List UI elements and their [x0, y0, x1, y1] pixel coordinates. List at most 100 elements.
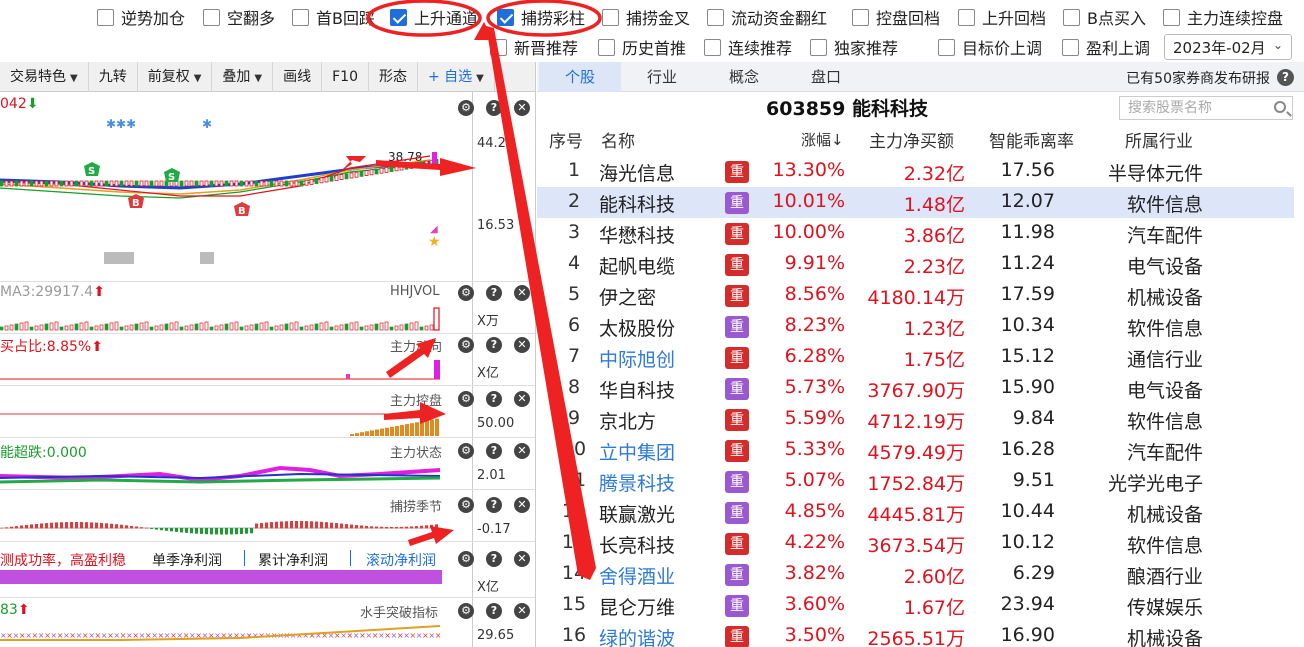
close-icon[interactable]: ✕	[514, 391, 530, 407]
key-badge[interactable]: 重	[725, 223, 749, 245]
stock-name[interactable]: 京北方	[599, 407, 656, 434]
key-badge[interactable]: 重	[725, 595, 749, 617]
checkbox[interactable]	[938, 38, 955, 56]
key-badge[interactable]: 重	[725, 564, 749, 586]
table-row[interactable]: 7 中际旭创 重 6.28% 1.75亿 15.12 通信行业	[537, 342, 1294, 373]
stock-name[interactable]: 腾景科技	[599, 469, 675, 496]
stock-name[interactable]: 太极股份	[599, 314, 675, 341]
filter-bulaojincha[interactable]: 捕捞金叉	[602, 4, 690, 30]
key-badge[interactable]: 重	[725, 471, 749, 493]
gear-icon[interactable]: ⚙	[458, 337, 474, 353]
key-badge[interactable]: 重	[725, 161, 749, 183]
close-icon[interactable]: ✕	[514, 337, 530, 353]
checkbox[interactable]	[490, 38, 507, 56]
toolbar-jiaoyitese[interactable]: 交易特色 ▼	[0, 62, 89, 92]
tab-quarter-profit[interactable]: 单季净利润	[152, 550, 222, 570]
event-tag[interactable]	[104, 252, 134, 264]
tab-cumulative-profit[interactable]: 累计净利润	[258, 550, 328, 570]
key-badge[interactable]: 重	[725, 192, 749, 214]
table-row[interactable]: 2 能科科技 重 10.01% 1.48亿 12.07 软件信息	[537, 187, 1294, 218]
toolbar-jiuzhuan[interactable]: 九转	[89, 62, 138, 92]
filter-yinglishangtiao[interactable]: 盈利上调	[1062, 34, 1150, 60]
stock-name[interactable]: 长亮科技	[599, 531, 675, 558]
checkbox[interactable]	[958, 8, 975, 26]
event-tag[interactable]	[200, 252, 214, 264]
month-select[interactable]: 2023年-02月 ⌄	[1164, 34, 1292, 60]
checkbox[interactable]	[203, 8, 220, 26]
stock-search-input[interactable]: 搜索股票名称	[1119, 96, 1293, 120]
table-row[interactable]: 16 绿的谐波 重 3.50% 2565.51万 16.90 机械设备	[537, 621, 1294, 647]
toolbar-zixuan[interactable]: + 自选 ▼	[418, 62, 495, 92]
gear-icon[interactable]: ⚙	[458, 391, 474, 407]
close-icon[interactable]: ✕	[514, 285, 530, 301]
key-badge[interactable]: 重	[725, 285, 749, 307]
key-badge[interactable]: 重	[725, 347, 749, 369]
key-badge[interactable]: 重	[725, 533, 749, 555]
col-net-buy[interactable]: 主力净买额	[869, 127, 954, 152]
help-icon[interactable]: ?	[486, 391, 502, 407]
help-icon[interactable]: ?	[486, 337, 502, 353]
stock-name[interactable]: 华自科技	[599, 376, 675, 403]
toolbar-f10[interactable]: F10	[322, 62, 369, 92]
filter-zhulilianxu[interactable]: 主力连续控盘	[1163, 4, 1283, 30]
close-icon[interactable]: ✕	[514, 443, 530, 459]
tab-handicap[interactable]: 盘口	[785, 62, 867, 92]
tab-industry[interactable]: 行业	[621, 62, 703, 92]
filter-shangshengtongdao[interactable]: 上升通道	[390, 4, 478, 30]
help-icon[interactable]: ?	[1277, 69, 1294, 86]
filter-kongfanduo[interactable]: 空翻多	[203, 4, 275, 30]
filter-shoubhuicai[interactable]: 首B回踩	[292, 4, 375, 30]
checkbox[interactable]	[602, 8, 619, 26]
tab-stock[interactable]: 个股	[539, 62, 621, 92]
stock-name[interactable]: 中际旭创	[599, 345, 675, 372]
checkbox-checked[interactable]	[497, 8, 514, 26]
checkbox[interactable]	[97, 8, 114, 26]
gear-icon[interactable]: ⚙	[458, 285, 474, 301]
checkbox[interactable]	[292, 8, 309, 26]
help-icon[interactable]: ?	[486, 100, 502, 116]
table-row[interactable]: 11 腾景科技 重 5.07% 1752.84万 9.51 光学光电子	[537, 466, 1294, 497]
gear-icon[interactable]: ⚙	[458, 551, 474, 567]
stock-name[interactable]: 联赢激光	[599, 500, 675, 527]
checkbox[interactable]	[852, 8, 869, 26]
stock-name[interactable]: 能科科技	[599, 190, 675, 217]
table-row[interactable]: 3 华懋科技 重 10.00% 3.86亿 11.98 汽车配件	[537, 218, 1294, 249]
stock-name[interactable]: 舍得酒业	[599, 562, 675, 589]
close-icon[interactable]: ✕	[514, 497, 530, 513]
table-row[interactable]: 10 立中集团 重 5.33% 4579.49万 16.28 汽车配件	[537, 435, 1294, 466]
checkbox[interactable]	[810, 38, 827, 56]
toolbar-xingtai[interactable]: 形态	[369, 62, 418, 92]
col-bias[interactable]: 智能乖离率	[989, 127, 1074, 152]
filter-lishishoutui[interactable]: 历史首推	[598, 34, 686, 60]
col-change-sort[interactable]: 涨幅↓	[801, 129, 844, 150]
stock-name[interactable]: 立中集团	[599, 438, 675, 465]
table-row[interactable]: 1 海光信息 重 13.30% 2.32亿 17.56 半导体元件	[537, 156, 1294, 187]
checkbox[interactable]	[1062, 38, 1079, 56]
filter-dujiatuijian[interactable]: 独家推荐	[810, 34, 898, 60]
key-badge[interactable]: 重	[725, 626, 749, 647]
filter-xinjintuijian[interactable]: 新晋推荐	[490, 34, 578, 60]
close-icon[interactable]: ✕	[514, 551, 530, 567]
table-row[interactable]: 4 起帆电缆 重 9.91% 2.23亿 11.24 电气设备	[537, 249, 1294, 280]
table-row[interactable]: 14 舍得酒业 重 3.82% 2.60亿 6.29 酿酒行业	[537, 559, 1294, 590]
toolbar-qianfuquan[interactable]: 前复权 ▼	[138, 62, 213, 92]
stock-name[interactable]: 绿的谐波	[599, 624, 675, 647]
filter-liudongzijin[interactable]: 流动资金翻红	[707, 4, 827, 30]
key-badge[interactable]: 重	[725, 409, 749, 431]
help-icon[interactable]: ?	[486, 497, 502, 513]
close-icon[interactable]: ✕	[514, 603, 530, 619]
checkbox[interactable]	[1063, 8, 1080, 26]
stock-name[interactable]: 海光信息	[599, 159, 675, 186]
gear-icon[interactable]: ⚙	[458, 603, 474, 619]
checkbox[interactable]	[707, 8, 724, 26]
filter-bulaocaizhu[interactable]: 捕捞彩柱	[497, 4, 585, 30]
gear-icon[interactable]: ⚙	[458, 443, 474, 459]
table-row[interactable]: 6 太极股份 重 8.23% 1.23亿 10.34 软件信息	[537, 311, 1294, 342]
toolbar-huaxian[interactable]: 画线	[273, 62, 323, 92]
stock-name[interactable]: 伊之密	[599, 283, 656, 310]
filter-shangshenghuidang[interactable]: 上升回档	[958, 4, 1046, 30]
table-row[interactable]: 12 联赢激光 重 4.85% 4445.81万 10.44 机械设备	[537, 497, 1294, 528]
stock-name[interactable]: 华懋科技	[599, 221, 675, 248]
key-badge[interactable]: 重	[725, 378, 749, 400]
help-icon[interactable]: ?	[486, 551, 502, 567]
